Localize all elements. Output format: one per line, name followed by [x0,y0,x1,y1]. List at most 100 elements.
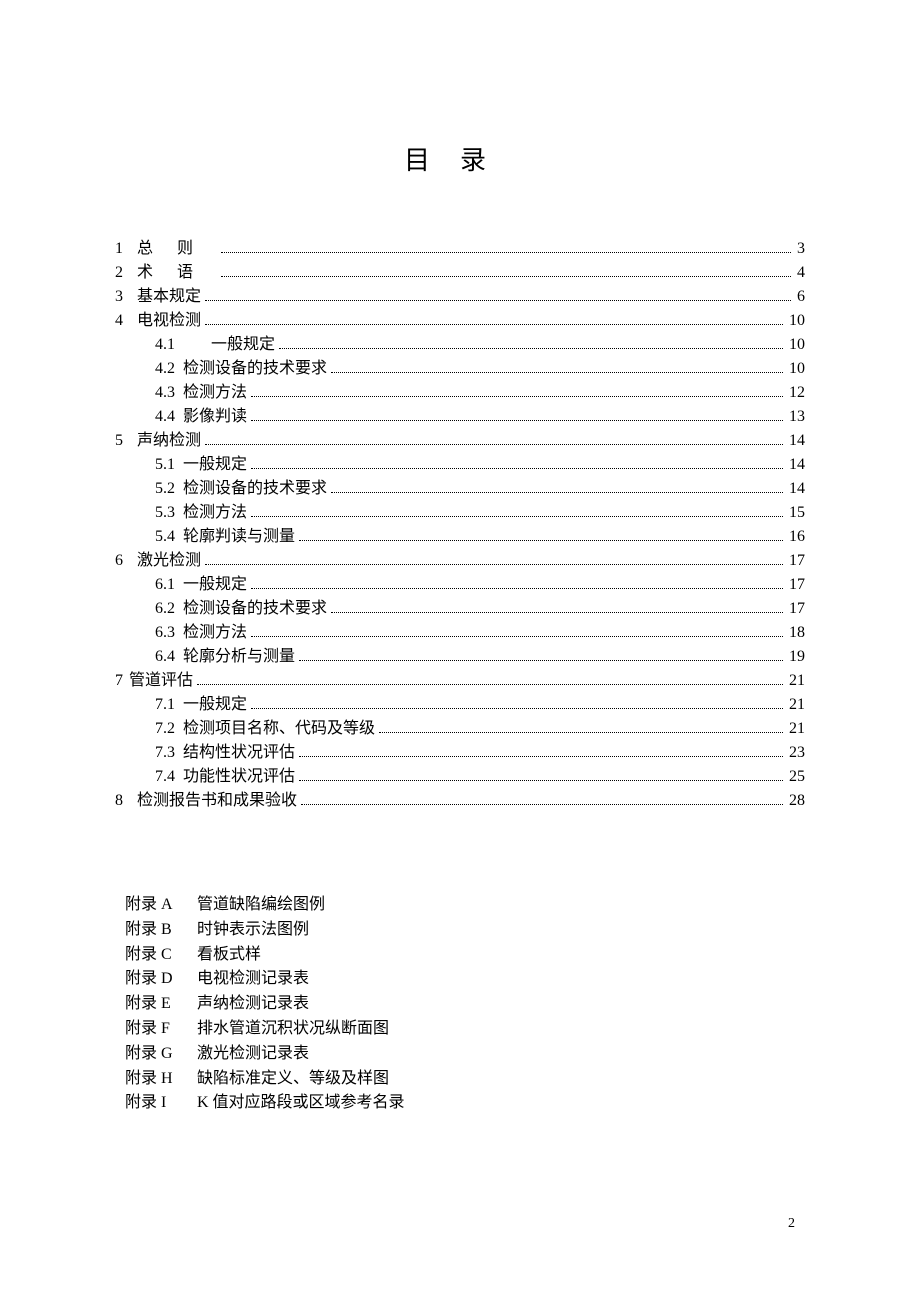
toc-entry: 7.1 一般规定 21 [115,693,805,717]
toc-entry-page: 10 [787,333,805,357]
toc-entry-label: 一般规定 [183,453,247,477]
toc-entry-number: 4 [115,309,129,333]
appendix-entry-title: 声纳检测记录表 [197,992,805,1017]
toc-entry-label: 管道评估 [129,669,193,693]
toc-entry-label: 声纳检测 [137,429,201,453]
toc-entry: 6.2检测设备的技术要求17 [115,597,805,621]
toc-entry-number: 7.3 [155,741,175,765]
appendix-entry-title: 电视检测记录表 [197,967,805,992]
toc-entry-label: 轮廓分析与测量 [183,645,295,669]
toc-entry-label: 一般规定 [183,693,247,717]
toc-entry: 6.4轮廓分析与测量19 [115,645,805,669]
toc-leader-dots [251,396,783,397]
toc-entry-number: 5.1 [155,453,175,477]
toc-entry: 4.4影像判读13 [115,405,805,429]
toc-entry-label: 检测方法 [183,381,247,405]
page-number: 2 [788,1216,795,1232]
toc-entry-page: 21 [787,693,805,717]
appendix-entry: 附录 IK 值对应路段或区域参考名录 [125,1091,805,1116]
toc-leader-dots [197,684,783,685]
appendix-entry-label: 附录 G [125,1042,197,1067]
appendix-list: 附录 A管道缺陷编绘图例附录 B时钟表示法图例附录 C看板式样附录 D电视检测记… [115,893,805,1116]
toc-entry-label: 检测设备的技术要求 [183,597,327,621]
appendix-entry-title: 管道缺陷编绘图例 [197,893,805,918]
toc-entry: 7.4功能性状况评估25 [115,765,805,789]
toc-entry-label: 术语 [137,261,217,285]
toc-leader-dots [279,348,783,349]
toc-entry-page: 23 [787,741,805,765]
appendix-entry: 附录 E声纳检测记录表 [125,992,805,1017]
toc-entry-number: 6.3 [155,621,175,645]
toc-title: 目录 [115,140,805,177]
toc-entry-label: 检测报告书和成果验收 [137,789,297,813]
toc-entry: 5.3检测方法15 [115,501,805,525]
toc-entry-label: 检测方法 [183,501,247,525]
toc-entry-number: 4.1 [155,333,203,357]
toc-entry-label: 激光检测 [137,549,201,573]
appendix-entry-label: 附录 D [125,967,197,992]
toc-leader-dots [221,276,791,277]
toc-entry-page: 17 [787,573,805,597]
appendix-entry: 附录 F排水管道沉积状况纵断面图 [125,1017,805,1042]
toc-entry-label: 检测项目名称、代码及等级 [183,717,375,741]
table-of-contents: 1总则32术语43基本规定64电视检测104.1一般规定104.2检测设备的技术… [115,237,805,813]
appendix-entry-title: 看板式样 [197,943,805,968]
toc-entry-label: 总则 [137,237,217,261]
appendix-entry-title: 排水管道沉积状况纵断面图 [197,1017,805,1042]
toc-entry: 6.3检测方法18 [115,621,805,645]
toc-leader-dots [331,492,783,493]
toc-entry-label: 功能性状况评估 [183,765,295,789]
toc-entry-number: 7.1 [155,693,175,717]
document-page: 目录 1总则32术语43基本规定64电视检测104.1一般规定104.2检测设备… [0,0,920,1116]
appendix-entry-label: 附录 C [125,943,197,968]
toc-entry-page: 12 [787,381,805,405]
toc-entry-page: 16 [787,525,805,549]
toc-leader-dots [221,252,791,253]
toc-entry: 3基本规定6 [115,285,805,309]
toc-entry: 4 电视检测 10 [115,309,805,333]
appendix-entry-title: K 值对应路段或区域参考名录 [197,1091,805,1116]
toc-entry: 6激光检测17 [115,549,805,573]
toc-entry: 6.1一般规定17 [115,573,805,597]
toc-entry-number: 7 [115,669,129,693]
toc-entry: 8检测报告书和成果验收28 [115,789,805,813]
toc-leader-dots [379,732,783,733]
toc-entry-label: 电视检测 [137,309,201,333]
toc-entry: 4.2检测设备的技术要求10 [115,357,805,381]
toc-leader-dots [251,588,783,589]
toc-entry-label: 一般规定 [183,573,247,597]
appendix-entry-label: 附录 I [125,1091,197,1116]
appendix-entry: 附录 H缺陷标准定义、等级及样图 [125,1067,805,1092]
toc-entry: 7.2检测项目名称、代码及等级21 [115,717,805,741]
toc-entry-page: 10 [787,309,805,333]
toc-entry-page: 17 [787,549,805,573]
toc-entry: 5.2检测设备的技术要求14 [115,477,805,501]
toc-entry: 2术语4 [115,261,805,285]
toc-entry: 4.1一般规定10 [115,333,805,357]
toc-entry-page: 15 [787,501,805,525]
toc-entry-number: 7.2 [155,717,175,741]
appendix-entry: 附录 A管道缺陷编绘图例 [125,893,805,918]
toc-leader-dots [301,804,783,805]
appendix-entry-label: 附录 H [125,1067,197,1092]
toc-entry-page: 10 [787,357,805,381]
toc-entry-page: 13 [787,405,805,429]
toc-entry-number: 1 [115,237,129,261]
toc-entry-number: 5 [115,429,129,453]
toc-entry-label: 检测设备的技术要求 [183,357,327,381]
toc-entry-page: 3 [795,237,805,261]
toc-entry-page: 14 [787,477,805,501]
appendix-entry-label: 附录 F [125,1017,197,1042]
toc-entry-number: 5.4 [155,525,175,549]
toc-entry-page: 17 [787,597,805,621]
toc-entry-number: 4.3 [155,381,175,405]
toc-entry-label: 检测方法 [183,621,247,645]
appendix-entry-label: 附录 E [125,992,197,1017]
toc-leader-dots [251,516,783,517]
appendix-entry: 附录 D电视检测记录表 [125,967,805,992]
toc-leader-dots [205,324,783,325]
appendix-entry-title: 激光检测记录表 [197,1042,805,1067]
toc-leader-dots [205,300,791,301]
toc-leader-dots [251,708,783,709]
appendix-entry: 附录 B时钟表示法图例 [125,918,805,943]
